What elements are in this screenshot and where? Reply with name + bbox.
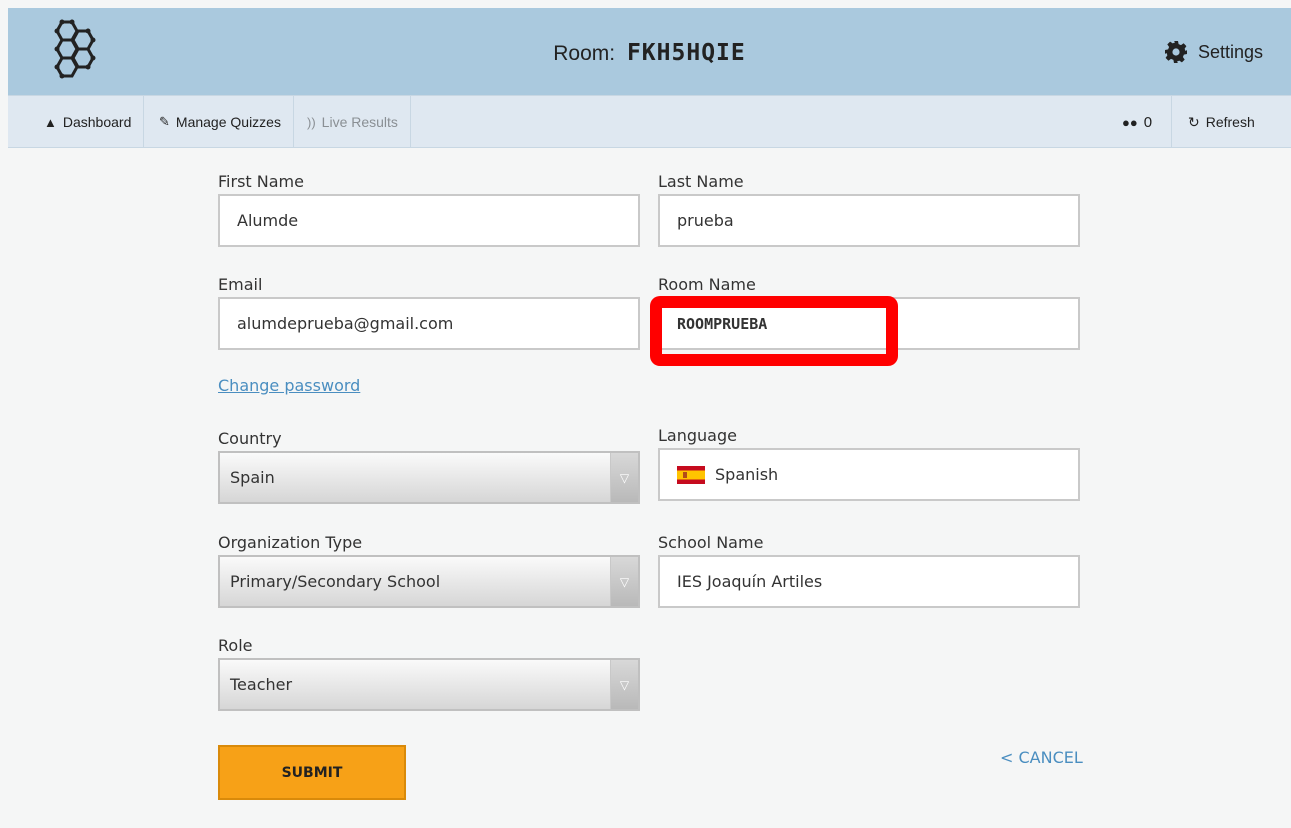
last-name-label: Last Name: [658, 172, 744, 191]
email-input[interactable]: alumdeprueba@gmail.com: [218, 297, 640, 350]
school-name-input[interactable]: IES Joaquín Artiles: [658, 555, 1080, 608]
first-name-value: Alumde: [237, 211, 299, 230]
organization-type-select[interactable]: Primary/Secondary School ▽: [218, 555, 640, 608]
student-count: ●● 0: [1122, 96, 1152, 148]
chevron-down-icon: ▽: [610, 453, 638, 502]
language-input[interactable]: Spanish: [658, 448, 1080, 501]
refresh-button[interactable]: ↻ Refresh: [1171, 96, 1255, 148]
refresh-label: Refresh: [1205, 114, 1255, 130]
refresh-icon: ↻: [1188, 113, 1200, 130]
last-name-value: prueba: [677, 211, 734, 230]
school-name-label: School Name: [658, 533, 764, 552]
email-value: alumdeprueba@gmail.com: [237, 314, 454, 333]
nav-bar: ▲ Dashboard ✎ Manage Quizzes )) Live Res…: [8, 95, 1291, 148]
nav-item-label: Live Results: [321, 114, 398, 130]
country-select[interactable]: Spain ▽: [218, 451, 640, 504]
first-name-label: First Name: [218, 172, 304, 191]
cancel-link[interactable]: < CANCEL: [1000, 748, 1083, 767]
wrench-icon: ✎: [159, 114, 170, 129]
country-label: Country: [218, 429, 282, 448]
language-value: Spanish: [715, 465, 779, 484]
gear-icon: [1164, 41, 1187, 63]
highlight-box: [650, 296, 898, 366]
last-name-input[interactable]: prueba: [658, 194, 1080, 247]
home-icon: ▲: [44, 114, 57, 130]
organization-type-label: Organization Type: [218, 533, 363, 552]
organization-type-value: Primary/Secondary School: [230, 572, 441, 591]
top-header: Room: FKH5HQIE Settings: [8, 8, 1291, 95]
country-value: Spain: [230, 468, 275, 487]
users-icon: ●●: [1122, 114, 1138, 130]
submit-button[interactable]: SUBMIT: [218, 745, 406, 800]
nav-item-manage-quizzes[interactable]: ✎ Manage Quizzes: [147, 96, 294, 148]
student-count-value: 0: [1143, 113, 1153, 131]
nav-item-label: Manage Quizzes: [175, 114, 281, 130]
role-select[interactable]: Teacher ▽: [218, 658, 640, 711]
role-label: Role: [218, 636, 253, 655]
nav-item-label: Dashboard: [62, 114, 132, 130]
chevron-down-icon: ▽: [610, 557, 638, 606]
email-label: Email: [218, 275, 263, 294]
broadcast-icon: )): [307, 114, 316, 130]
chevron-down-icon: ▽: [610, 660, 638, 709]
room-code: FKH5HQIE: [626, 40, 746, 66]
role-value: Teacher: [230, 675, 293, 694]
language-label: Language: [658, 426, 737, 445]
settings-button[interactable]: Settings: [1164, 40, 1263, 64]
room-name-label: Room Name: [658, 275, 756, 294]
room-title: Room: FKH5HQIE: [8, 40, 1291, 66]
nav-item-live-results[interactable]: )) Live Results: [295, 96, 411, 148]
school-name-value: IES Joaquín Artiles: [677, 572, 823, 591]
change-password-link[interactable]: Change password: [218, 376, 360, 395]
nav-item-dashboard[interactable]: ▲ Dashboard: [32, 96, 145, 148]
first-name-input[interactable]: Alumde: [218, 194, 640, 247]
settings-label: Settings: [1197, 41, 1263, 62]
spain-flag-icon: [677, 465, 705, 484]
room-label: Room:: [553, 42, 616, 65]
